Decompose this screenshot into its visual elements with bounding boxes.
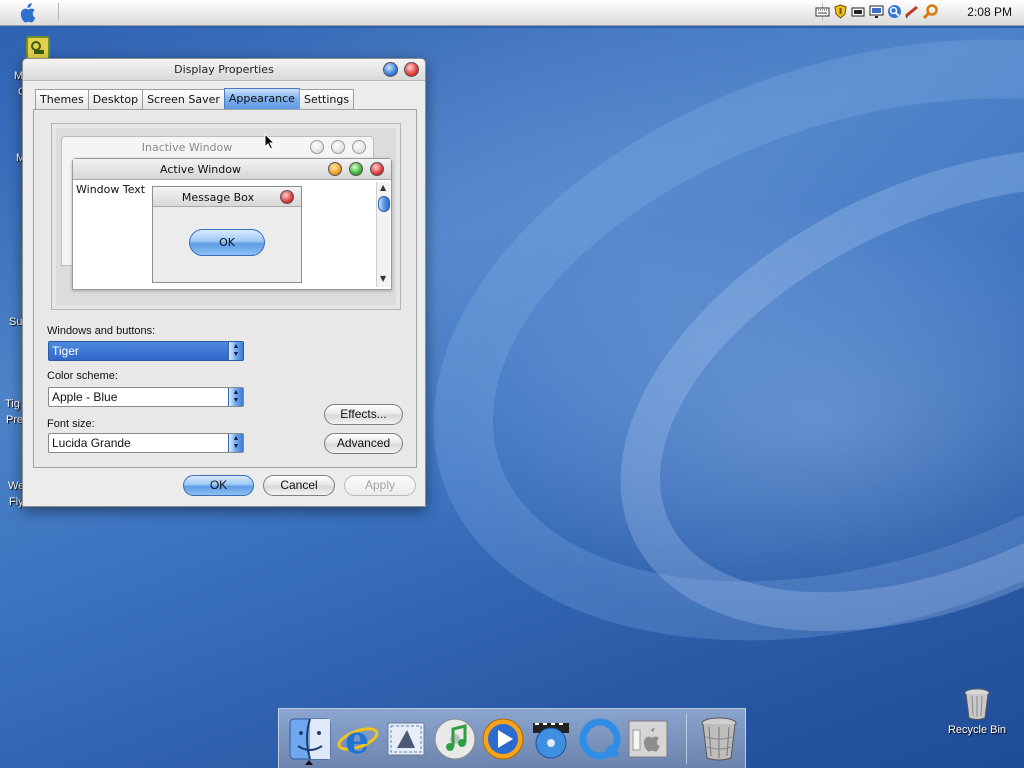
desktop-icon-msn[interactable] bbox=[26, 36, 50, 60]
advanced-button[interactable]: Advanced bbox=[324, 433, 403, 454]
dvd-player-icon bbox=[533, 722, 570, 758]
message-box-preview: Message Box OK bbox=[152, 186, 302, 283]
tab-screen-saver[interactable]: Screen Saver bbox=[142, 89, 225, 109]
window-titlebar[interactable]: Display Properties bbox=[23, 59, 425, 81]
network-icon[interactable] bbox=[869, 4, 884, 19]
shield-icon[interactable] bbox=[833, 4, 848, 19]
keyboard-icon[interactable] bbox=[815, 4, 830, 19]
tab-settings[interactable]: Settings bbox=[298, 89, 355, 109]
scroll-up-arrow: ▲ bbox=[380, 183, 387, 192]
color-scheme-label: Color scheme: bbox=[47, 370, 118, 382]
window-text-sample: Window Text bbox=[76, 183, 146, 196]
message-box-ok-button: OK bbox=[189, 229, 265, 256]
appearance-preview: Inactive Window Active Window Window Tex… bbox=[51, 123, 401, 310]
message-box-close-dot bbox=[280, 190, 294, 204]
close-dot bbox=[370, 162, 384, 176]
system-tray bbox=[815, 4, 938, 19]
tab-themes[interactable]: Themes bbox=[35, 89, 89, 109]
finder-icon bbox=[289, 718, 331, 759]
preview-scrollbar: ▲ ▼ bbox=[376, 182, 390, 287]
maximize-dot bbox=[349, 162, 363, 176]
tab-appearance[interactable]: Appearance bbox=[223, 88, 300, 109]
recycle-bin-icon bbox=[964, 688, 990, 720]
dock-item-trash[interactable] bbox=[697, 716, 742, 762]
ok-button[interactable]: OK bbox=[183, 475, 254, 496]
active-window-preview: Active Window Window Text ▲ ▼ Message Bo… bbox=[72, 158, 392, 290]
dock: e bbox=[278, 708, 746, 768]
dock-item-internet-explorer[interactable]: e bbox=[335, 716, 380, 762]
desktop-label: Pre bbox=[6, 414, 24, 426]
windows-buttons-select[interactable]: Tiger ▲ ▼ bbox=[48, 341, 244, 361]
dock-item-mail[interactable] bbox=[384, 716, 429, 762]
close-button[interactable] bbox=[404, 62, 419, 77]
font-size-label: Font size: bbox=[47, 418, 95, 430]
select-arrows-icon: ▲ ▼ bbox=[228, 342, 243, 360]
system-preferences-icon bbox=[628, 720, 668, 757]
mail-icon bbox=[387, 722, 425, 755]
recycle-bin-label: Recycle Bin bbox=[947, 724, 1007, 736]
recycle-bin[interactable]: Recycle Bin bbox=[944, 688, 1010, 736]
font-size-value: Lucida Grande bbox=[52, 436, 131, 450]
message-box-titlebar: Message Box bbox=[153, 187, 301, 207]
message-box-title: Message Box bbox=[181, 191, 255, 204]
select-arrows-icon: ▲ ▼ bbox=[228, 434, 243, 452]
dock-item-itunes[interactable] bbox=[432, 716, 477, 762]
svg-text:e: e bbox=[345, 717, 369, 761]
windows-buttons-label: Windows and buttons: bbox=[47, 325, 156, 337]
effects-button[interactable]: Effects... bbox=[324, 404, 403, 425]
desktop-label: Tig bbox=[5, 398, 20, 410]
dock-item-dvd-player[interactable] bbox=[529, 716, 574, 762]
inactive-minimize-dot bbox=[310, 140, 324, 154]
dock-item-finder[interactable] bbox=[287, 716, 332, 762]
windows-buttons-value: Tiger bbox=[52, 344, 79, 358]
scroll-down-arrow: ▼ bbox=[380, 274, 387, 283]
search-icon[interactable] bbox=[887, 4, 902, 19]
apple-menu-icon[interactable] bbox=[18, 3, 36, 23]
dock-separator bbox=[685, 713, 687, 764]
battery-icon[interactable] bbox=[851, 4, 866, 19]
desktop-label: Su bbox=[9, 316, 23, 328]
media-player-icon bbox=[482, 718, 524, 759]
dock-item-quicktime[interactable] bbox=[577, 716, 622, 762]
window-title: Display Properties bbox=[174, 63, 274, 76]
color-scheme-value: Apple - Blue bbox=[52, 390, 118, 404]
display-properties-window: Display Properties Themes Desktop Screen… bbox=[22, 58, 426, 507]
font-size-select[interactable]: Lucida Grande ▲ ▼ bbox=[48, 433, 244, 453]
active-window-titlebar: Active Window bbox=[73, 159, 391, 180]
dock-item-system-preferences[interactable] bbox=[625, 716, 670, 762]
clock[interactable]: 2:08 PM bbox=[967, 5, 1012, 19]
minimize-dot bbox=[328, 162, 342, 176]
scroll-thumb bbox=[378, 196, 390, 212]
active-window-title: Active Window bbox=[160, 163, 241, 176]
internet-explorer-icon: e bbox=[337, 717, 379, 761]
inactive-close-dot bbox=[352, 140, 366, 154]
cancel-button[interactable]: Cancel bbox=[263, 475, 335, 496]
tab-desktop[interactable]: Desktop bbox=[87, 89, 144, 109]
inactive-maximize-dot bbox=[331, 140, 345, 154]
select-arrows-icon: ▲ ▼ bbox=[228, 388, 243, 406]
messenger-icon bbox=[31, 41, 44, 54]
help-button[interactable] bbox=[383, 62, 398, 77]
appearance-panel: Inactive Window Active Window Window Tex… bbox=[33, 109, 417, 468]
apply-button[interactable]: Apply bbox=[344, 475, 416, 496]
itunes-icon bbox=[434, 718, 476, 759]
pen-icon[interactable] bbox=[905, 4, 920, 19]
menu-separator bbox=[58, 3, 59, 21]
trash-icon bbox=[701, 717, 737, 760]
dock-item-media-player[interactable] bbox=[480, 716, 525, 762]
quicktime-icon bbox=[579, 718, 621, 759]
running-indicator-icon bbox=[305, 760, 313, 765]
color-scheme-select[interactable]: Apple - Blue ▲ ▼ bbox=[48, 387, 244, 407]
mouse-cursor-icon bbox=[264, 133, 276, 150]
menu-bar: 2:08 PM bbox=[0, 0, 1024, 26]
magnifier-icon[interactable] bbox=[923, 4, 938, 19]
tab-bar: Themes Desktop Screen Saver Appearance S… bbox=[35, 88, 355, 109]
